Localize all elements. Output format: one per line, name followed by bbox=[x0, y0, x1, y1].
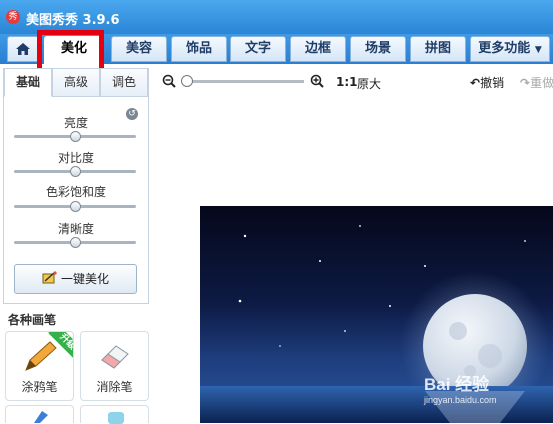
watermark-brand: Bai 经验 bbox=[424, 375, 490, 394]
magic-wand-icon bbox=[42, 271, 57, 284]
doodle-brush-label: 涂鸦笔 bbox=[21, 380, 58, 394]
upgrade-badge: 升级 bbox=[43, 332, 73, 362]
undo-label: 撤销 bbox=[480, 76, 505, 90]
subtab-basic[interactable]: 基础 bbox=[4, 69, 52, 97]
redo-label: 重做 bbox=[530, 76, 553, 90]
tab-border[interactable]: 边框 bbox=[290, 36, 346, 62]
chevron-down-icon: ▼ bbox=[534, 45, 542, 55]
one-click-beautify-label: 一键美化 bbox=[60, 272, 109, 286]
doodle-brush-button[interactable]: 升级 涂鸦笔 bbox=[5, 331, 74, 401]
tab-beauty[interactable]: 美容 bbox=[111, 36, 167, 62]
contrast-slider-thumb[interactable] bbox=[70, 166, 81, 177]
eraser-brush-button[interactable]: 消除笔 bbox=[80, 331, 149, 401]
tab-scene[interactable]: 场景 bbox=[350, 36, 406, 62]
actual-size-ratio-button[interactable]: 1:1 bbox=[336, 75, 358, 89]
zoom-out-icon[interactable] bbox=[162, 74, 176, 88]
baidu-watermark: Bai 经验 jingyan.baidu.com bbox=[424, 370, 497, 405]
tab-more-label: 更多功能 bbox=[478, 41, 531, 56]
eraser-brush-label: 消除笔 bbox=[96, 380, 133, 394]
brightness-slider[interactable] bbox=[14, 131, 136, 142]
window-title: 美图秀秀 3.9.6 bbox=[26, 13, 120, 28]
redo-icon: ↷ bbox=[520, 76, 531, 90]
zoom-in-icon[interactable] bbox=[310, 74, 324, 88]
redo-button[interactable]: ↷重做 bbox=[520, 74, 553, 91]
brightness-slider-thumb[interactable] bbox=[70, 131, 81, 142]
home-icon bbox=[16, 43, 30, 55]
brightness-label: 亮度 bbox=[63, 116, 88, 130]
zoom-slider[interactable] bbox=[184, 80, 304, 83]
tab-collage[interactable]: 拼图 bbox=[410, 36, 466, 62]
adjustment-panel: 基础 高级 调色 ↺ 亮度 对比度 色彩饱和度 清晰度 一键美化 bbox=[3, 68, 149, 304]
tab-home[interactable] bbox=[7, 36, 39, 62]
brush-button-partial-1[interactable] bbox=[5, 405, 74, 423]
pen-icon bbox=[34, 411, 48, 423]
brushes-header: 各种画笔 bbox=[8, 313, 57, 327]
zoom-slider-thumb[interactable] bbox=[181, 75, 193, 87]
brush-button-partial-2[interactable] bbox=[80, 405, 149, 424]
saturation-label: 色彩饱和度 bbox=[45, 185, 106, 199]
tab-more[interactable]: 更多功能 ▼ bbox=[470, 36, 550, 62]
contrast-label: 对比度 bbox=[57, 151, 94, 165]
one-click-beautify-button[interactable]: 一键美化 bbox=[14, 264, 137, 294]
subtab-advanced[interactable]: 高级 bbox=[52, 69, 100, 97]
contrast-slider[interactable] bbox=[14, 166, 136, 177]
app-logo-icon: 秀 bbox=[6, 10, 20, 24]
sharpness-slider-thumb[interactable] bbox=[70, 237, 81, 248]
original-size-button[interactable]: 原大 bbox=[357, 75, 381, 92]
watermark-url: jingyan.baidu.com bbox=[424, 395, 497, 405]
moonlit-sea-image bbox=[200, 225, 553, 423]
subtab-color[interactable]: 调色 bbox=[100, 69, 148, 97]
photo-canvas[interactable] bbox=[200, 206, 553, 423]
tab-text[interactable]: 文字 bbox=[230, 36, 286, 62]
tool-icon bbox=[108, 412, 124, 424]
undo-icon: ↶ bbox=[470, 76, 481, 90]
undo-button[interactable]: ↶撤销 bbox=[470, 74, 504, 91]
eraser-icon bbox=[101, 345, 129, 369]
title-bar: 秀 美图秀秀 3.9.6 bbox=[0, 0, 553, 34]
saturation-slider-thumb[interactable] bbox=[70, 201, 81, 212]
sharpness-slider[interactable] bbox=[14, 237, 136, 248]
sharpness-label: 清晰度 bbox=[57, 222, 94, 236]
saturation-slider[interactable] bbox=[14, 201, 136, 212]
tab-accessories[interactable]: 饰品 bbox=[171, 36, 227, 62]
